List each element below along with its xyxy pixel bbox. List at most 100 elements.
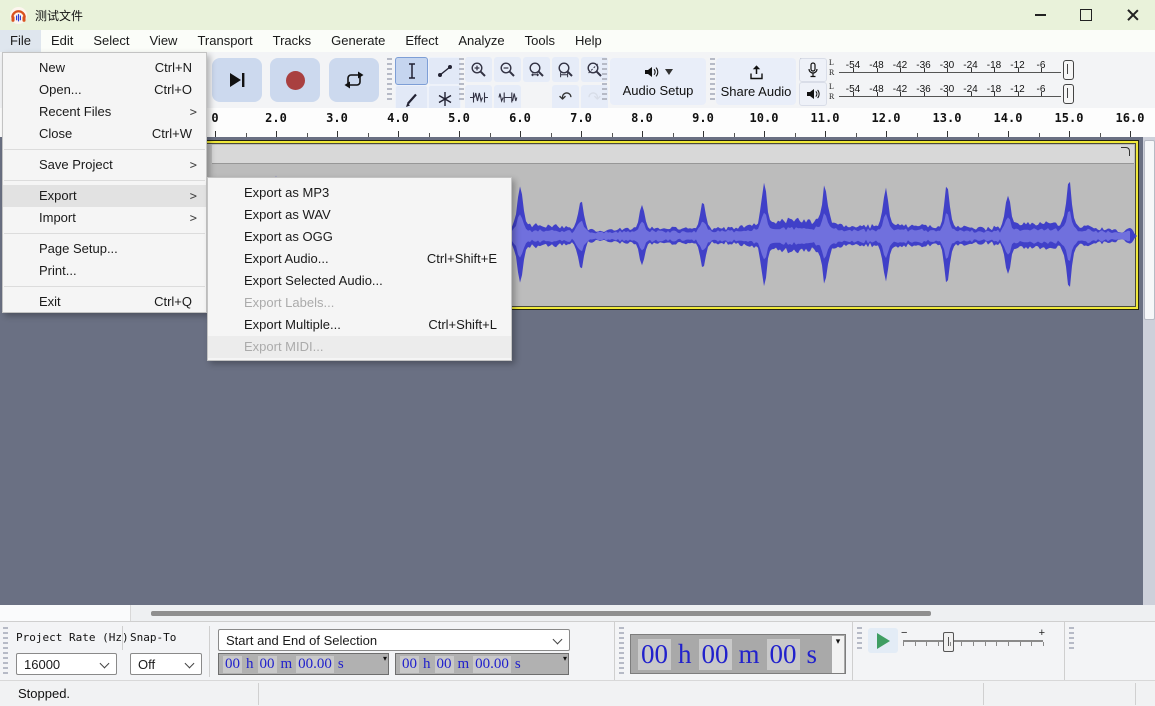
menubar-item-transport[interactable]: Transport (187, 30, 262, 52)
vertical-scrollbar-thumb[interactable] (1144, 140, 1155, 320)
dropdown-triangle-icon[interactable] (832, 636, 844, 673)
playback-speed-slider[interactable]: − + (901, 627, 1045, 652)
clip-indicator[interactable] (1063, 60, 1074, 80)
menubar-item-edit[interactable]: Edit (41, 30, 83, 52)
fit-project-button[interactable] (552, 57, 579, 82)
menu-separator (4, 149, 205, 150)
selection-mode-combo[interactable]: Start and End of Selection (218, 629, 570, 651)
menu-item-print[interactable]: Print... (3, 260, 206, 282)
menu-item-exit[interactable]: Exit Ctrl+Q (3, 291, 206, 313)
edit-toolbar-grip[interactable] (459, 58, 464, 103)
envelope-tool-button[interactable] (428, 57, 461, 85)
slider-thumb[interactable] (943, 632, 954, 652)
horizontal-scrollbar-thumb[interactable] (151, 611, 931, 616)
menu-item-shortcut: Ctrl+W (151, 126, 192, 141)
menu-item-export-multiple[interactable]: Export Multiple... Ctrl+Shift+L (208, 314, 511, 336)
selection-tool-button[interactable] (395, 57, 428, 85)
menu-item-export-audio[interactable]: Export Audio... Ctrl+Shift+E (208, 248, 511, 270)
silence-audio-button[interactable] (494, 85, 521, 110)
menu-item-import[interactable]: Import > (3, 207, 206, 229)
share-audio-button[interactable]: Share Audio (716, 58, 796, 105)
time-unit: s (337, 655, 344, 672)
play-at-speed-button[interactable] (868, 628, 898, 653)
menu-item-export[interactable]: Export > (3, 185, 206, 207)
play-speed-grip[interactable] (857, 627, 862, 651)
maximize-button[interactable] (1063, 0, 1109, 30)
menu-item-shortcut: Ctrl+N (154, 60, 192, 75)
menubar-item-file[interactable]: File (0, 30, 41, 52)
maximize-icon (1080, 9, 1092, 21)
recording-meter[interactable]: L R -54 -48 -42 -36 -30 -24 -18 -12 -6 (799, 58, 1089, 82)
meter-tick (900, 68, 901, 72)
clip-indicator[interactable] (1063, 84, 1074, 104)
close-button[interactable] (1109, 0, 1155, 30)
share-upload-icon (749, 65, 763, 80)
menu-item-export-selected-audio[interactable]: Export Selected Audio... (208, 270, 511, 292)
menu-item-open[interactable]: Open... Ctrl+O (3, 79, 206, 101)
snap-to-combo[interactable]: Off (130, 653, 202, 675)
menu-item-label: Export Selected Audio... (244, 273, 383, 288)
audacity-logo-icon (9, 6, 28, 24)
tools-toolbar-grip[interactable] (387, 58, 392, 103)
menubar-item-tools[interactable]: Tools (515, 30, 565, 52)
meter-tick (1017, 68, 1019, 72)
audio-setup-grip[interactable] (602, 58, 607, 103)
time-toolbar-grip[interactable] (619, 627, 624, 677)
selection-end-time[interactable]: 00h00m00.00s (395, 653, 569, 675)
menu-item-close[interactable]: Close Ctrl+W (3, 123, 206, 145)
divider (983, 683, 984, 705)
meter-tick (947, 68, 948, 72)
menubar-item-select[interactable]: Select (83, 30, 139, 52)
skip-to-end-button[interactable] (212, 58, 262, 102)
menu-item-label: New (39, 60, 66, 75)
scrollbar-corner (1143, 605, 1155, 621)
menubar-item-analyze[interactable]: Analyze (448, 30, 514, 52)
menu-item-label: Export Audio... (244, 251, 329, 266)
selection-toolbar-grip[interactable] (3, 627, 8, 677)
undo-button[interactable]: ↶ (552, 85, 579, 110)
horizontal-scrollbar[interactable] (0, 605, 1143, 621)
menu-item-page-setup[interactable]: Page Setup... (3, 238, 206, 260)
record-button[interactable] (270, 58, 320, 102)
trim-audio-icon (469, 92, 488, 103)
divider (209, 626, 210, 677)
dropdown-arrow-icon (665, 69, 673, 75)
menubar-item-tracks[interactable]: Tracks (263, 30, 322, 52)
menu-item-save-project[interactable]: Save Project > (3, 154, 206, 176)
fit-selection-button[interactable] (523, 57, 550, 82)
minimize-button[interactable] (1017, 0, 1063, 30)
playback-meter[interactable]: L R -54 -48 -42 -36 -30 -24 -18 -12 -6 (799, 82, 1089, 106)
time-digits: 00 (400, 655, 419, 673)
menu-item-export-as-wav[interactable]: Export as WAV (208, 204, 511, 226)
audio-setup-button[interactable]: Audio Setup (610, 58, 706, 105)
divider (1064, 622, 1065, 681)
share-audio-grip[interactable] (710, 58, 715, 103)
menubar-item-help[interactable]: Help (565, 30, 612, 52)
vertical-scrollbar[interactable] (1143, 137, 1155, 605)
menubar-item-view[interactable]: View (140, 30, 188, 52)
loop-button[interactable] (329, 58, 379, 102)
snap-to-value: Off (138, 656, 156, 672)
meter-tick (1017, 92, 1019, 96)
project-rate-combo[interactable]: 16000 (16, 653, 117, 675)
mic-icon[interactable] (799, 58, 827, 82)
clip-header[interactable] (212, 145, 1134, 164)
selection-start-time[interactable]: 00h00m00.00s (218, 653, 389, 675)
speaker-icon[interactable] (799, 82, 827, 106)
zoom-out-button[interactable] (494, 57, 521, 82)
zoom-toggle-icon (586, 61, 602, 77)
menu-item-export-as-ogg[interactable]: Export as OGG (208, 226, 511, 248)
zoom-in-button[interactable] (465, 57, 492, 82)
toolbar-grip[interactable] (1069, 627, 1074, 651)
status-bar: Stopped. (0, 680, 1155, 706)
clip-fold-icon (1121, 147, 1130, 156)
menubar-item-effect[interactable]: Effect (395, 30, 448, 52)
time-unit: m (280, 655, 293, 672)
trim-audio-button[interactable] (465, 85, 492, 110)
menu-item-export-as-mp3[interactable]: Export as MP3 (208, 182, 511, 204)
menu-item-recent-files[interactable]: Recent Files > (3, 101, 206, 123)
audio-position-display[interactable]: 00h00m00s (630, 634, 846, 674)
menu-item-new[interactable]: New Ctrl+N (3, 57, 206, 79)
meter-tick (970, 68, 972, 72)
menubar-item-generate[interactable]: Generate (321, 30, 395, 52)
